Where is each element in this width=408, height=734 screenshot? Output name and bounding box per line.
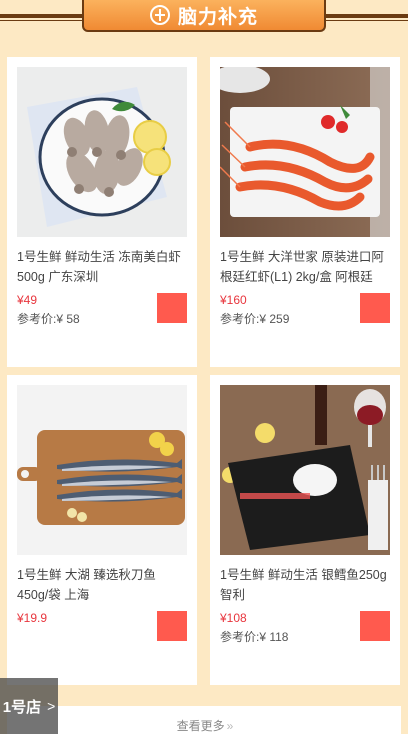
- product-title[interactable]: 1号生鲜 鲜动生活 银鳕鱼250g 智利: [220, 565, 392, 605]
- product-reference-price: 参考价:¥ 259: [220, 312, 290, 326]
- banner-decor-right: [326, 14, 408, 21]
- view-more-label: 查看更多: [176, 719, 225, 733]
- floating-store-logo-button[interactable]: 1号店 >: [0, 678, 58, 734]
- product-image-red-shrimp[interactable]: [220, 67, 390, 237]
- store-logo: 1号店: [2, 698, 42, 716]
- product-card[interactable]: 1号生鲜 鲜动生活 银鳕鱼250g 智利 ¥108 参考价:¥ 118: [210, 375, 400, 685]
- banner-decor-left: [0, 14, 82, 21]
- product-price: ¥49: [17, 293, 38, 307]
- chevron-right-icon: >: [47, 698, 56, 714]
- product-card[interactable]: 1号生鲜 大湖 臻选秋刀鱼 450g/袋 上海 ¥19.9: [7, 375, 197, 685]
- view-more-button[interactable]: 查看更多»: [7, 706, 401, 734]
- product-reference-price: 参考价:¥ 118: [220, 630, 289, 644]
- section-banner: 脑力补充: [0, 0, 408, 44]
- add-to-cart-button[interactable]: [157, 611, 187, 641]
- add-to-cart-button[interactable]: [360, 293, 390, 323]
- product-price: ¥19.9: [17, 611, 48, 625]
- product-reference-price: 参考价:¥ 58: [17, 312, 80, 326]
- product-image-saury[interactable]: [17, 385, 187, 555]
- add-to-cart-button[interactable]: [157, 293, 187, 323]
- product-image-cod[interactable]: [220, 385, 390, 555]
- product-title[interactable]: 1号生鲜 大洋世家 原装进口阿根廷红虾(L1) 2kg/盒 阿根廷: [220, 247, 392, 287]
- product-price: ¥108: [220, 611, 247, 625]
- product-price: ¥160: [220, 293, 247, 307]
- product-title[interactable]: 1号生鲜 鲜动生活 冻南美白虾500g 广东深圳: [17, 247, 189, 287]
- add-to-cart-button[interactable]: [360, 611, 390, 641]
- product-title[interactable]: 1号生鲜 大湖 臻选秋刀鱼 450g/袋 上海: [17, 565, 189, 605]
- product-card[interactable]: 1号生鲜 鲜动生活 冻南美白虾500g 广东深圳 ¥49 参考价:¥ 58: [7, 57, 197, 367]
- section-title: 脑力补充: [177, 6, 258, 28]
- product-card[interactable]: 1号生鲜 大洋世家 原装进口阿根廷红虾(L1) 2kg/盒 阿根廷 ¥160 参…: [210, 57, 400, 367]
- double-chevron-right-icon: »: [226, 719, 234, 733]
- brain-icon: [149, 5, 170, 25]
- section-title-box: 脑力补充: [82, 0, 326, 32]
- product-image-shrimp[interactable]: [17, 67, 187, 237]
